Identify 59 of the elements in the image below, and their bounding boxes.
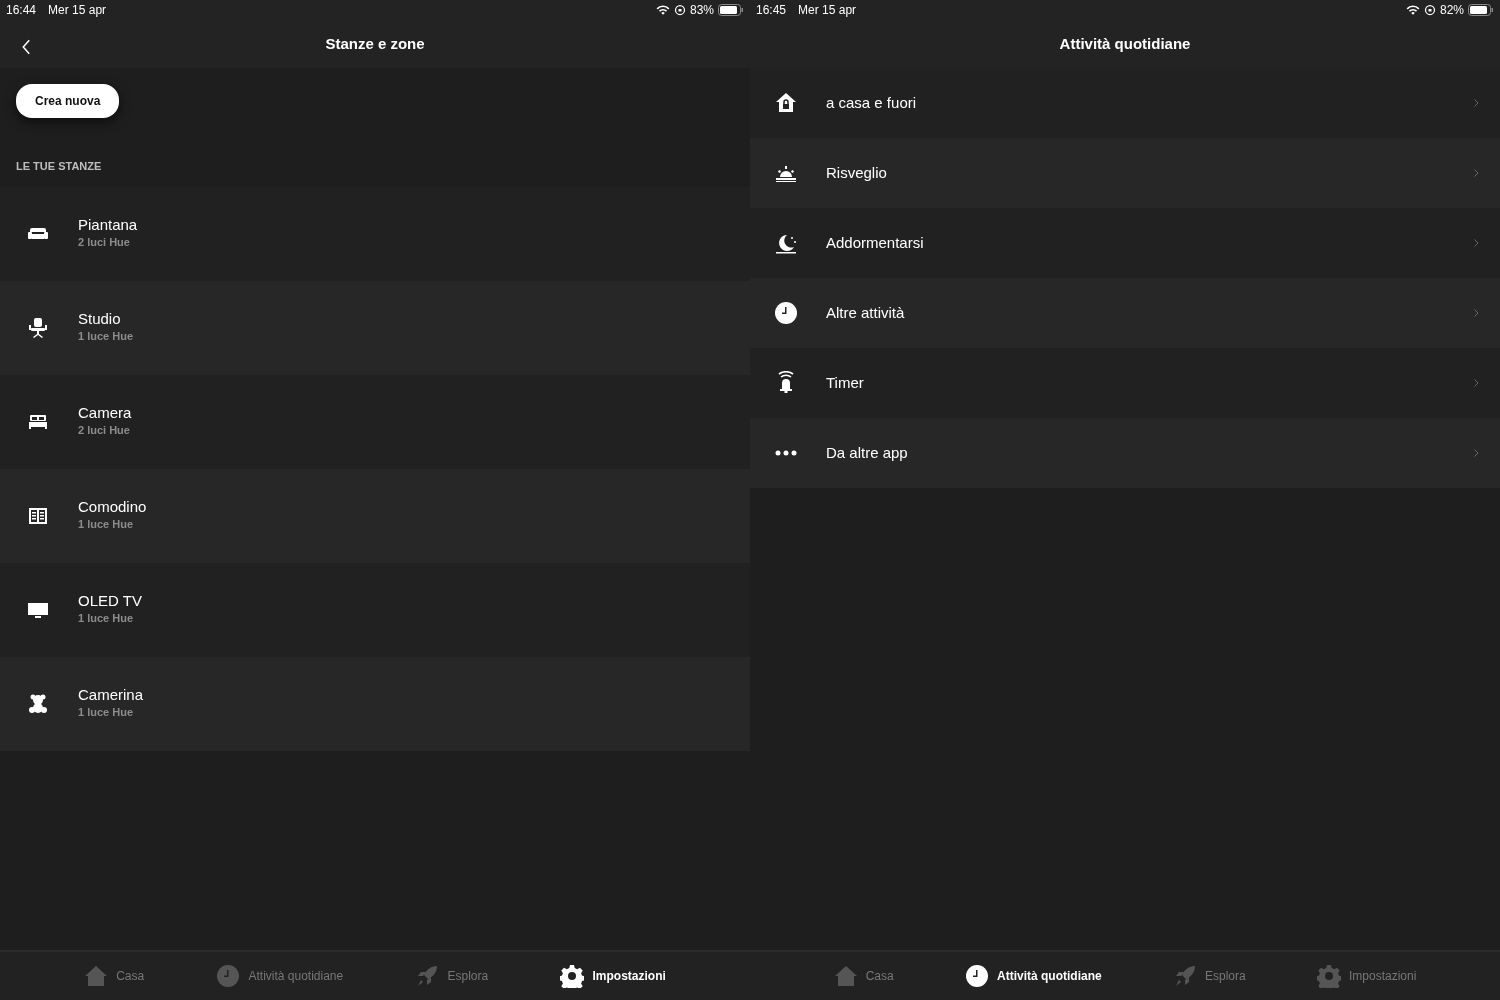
status-time: 16:44: [6, 2, 37, 19]
status-date: Mer 15 apr: [798, 2, 857, 19]
activity-row[interactable]: Altre attività: [750, 278, 1500, 348]
room-light-count: 1 luce Hue: [78, 517, 135, 533]
tab-bar-item[interactable]: Casa: [84, 964, 145, 988]
room-name: Piantana: [78, 216, 138, 235]
tab-bar-item[interactable]: Esplora: [1172, 964, 1246, 988]
screen-title: Attività quotidiane: [1059, 33, 1191, 54]
room-name: Camera: [78, 404, 132, 423]
room-row[interactable]: Camerina 1 luce Hue: [0, 656, 750, 751]
activity-name: Risveglio: [826, 162, 888, 183]
wifi-icon: [655, 3, 670, 17]
activity-name: Timer: [826, 372, 865, 393]
wifi-icon: [1405, 3, 1420, 17]
rotation-lock-icon: [1423, 4, 1436, 16]
dots-icon: [774, 450, 798, 456]
clock-icon: [216, 964, 241, 988]
home-icon: [833, 964, 858, 988]
status-time: 16:45: [756, 2, 787, 19]
home-icon: [84, 964, 109, 988]
room-name: OLED TV: [78, 592, 142, 611]
room-light-count: 1 luce Hue: [78, 705, 135, 721]
activity-name: a casa e fuori: [826, 92, 918, 113]
section-heading: LE TUE STANZE: [15, 159, 103, 174]
office-chair-icon: [26, 315, 50, 340]
room-name: Camerina: [78, 686, 144, 705]
room-light-count: 2 luci Hue: [78, 235, 131, 251]
tab-bar-item[interactable]: Esplora: [415, 964, 489, 988]
battery-icon: [718, 4, 744, 16]
house-lock-icon: [774, 91, 798, 115]
tab-bar-item[interactable]: Attività quotidiane: [216, 964, 344, 988]
tab-bar-item[interactable]: Impostazioni: [1316, 964, 1417, 988]
room-row[interactable]: Studio 1 luce Hue: [0, 280, 750, 375]
activity-name: Addormentarsi: [826, 232, 925, 253]
room-row[interactable]: Comodino 1 luce Hue: [0, 468, 750, 563]
room-light-count: 1 luce Hue: [78, 611, 135, 627]
room-name: Studio: [78, 310, 122, 329]
create-button[interactable]: Crea nuova: [16, 84, 120, 118]
tab-bar-item[interactable]: Attività quotidiane: [965, 964, 1102, 988]
battery-percentage: 82%: [1439, 2, 1464, 19]
screen-title: Stanze e zone: [325, 33, 425, 54]
activity-name: Da altre app: [826, 442, 909, 463]
room-light-count: 1 luce Hue: [78, 329, 134, 345]
battery-percentage: 83%: [689, 2, 714, 19]
room-name: Comodino: [78, 498, 147, 517]
tab-bar-item[interactable]: Impostazioni: [560, 964, 666, 988]
clock-icon: [774, 301, 798, 325]
activity-row[interactable]: Da altre app: [750, 418, 1500, 488]
gear-icon: [1316, 964, 1341, 988]
activity-row[interactable]: Risveglio: [750, 138, 1500, 208]
status-date: Mer 15 apr: [48, 2, 107, 19]
rocket-icon: [415, 964, 440, 988]
battery-icon: [1468, 4, 1494, 16]
clock-icon: [965, 964, 989, 988]
activity-name: Altre attività: [826, 302, 906, 323]
rotation-lock-icon: [673, 4, 686, 16]
tab-bar-item[interactable]: Casa: [833, 964, 894, 988]
gear-icon: [560, 964, 585, 988]
room-light-count: 2 luci Hue: [78, 423, 131, 439]
